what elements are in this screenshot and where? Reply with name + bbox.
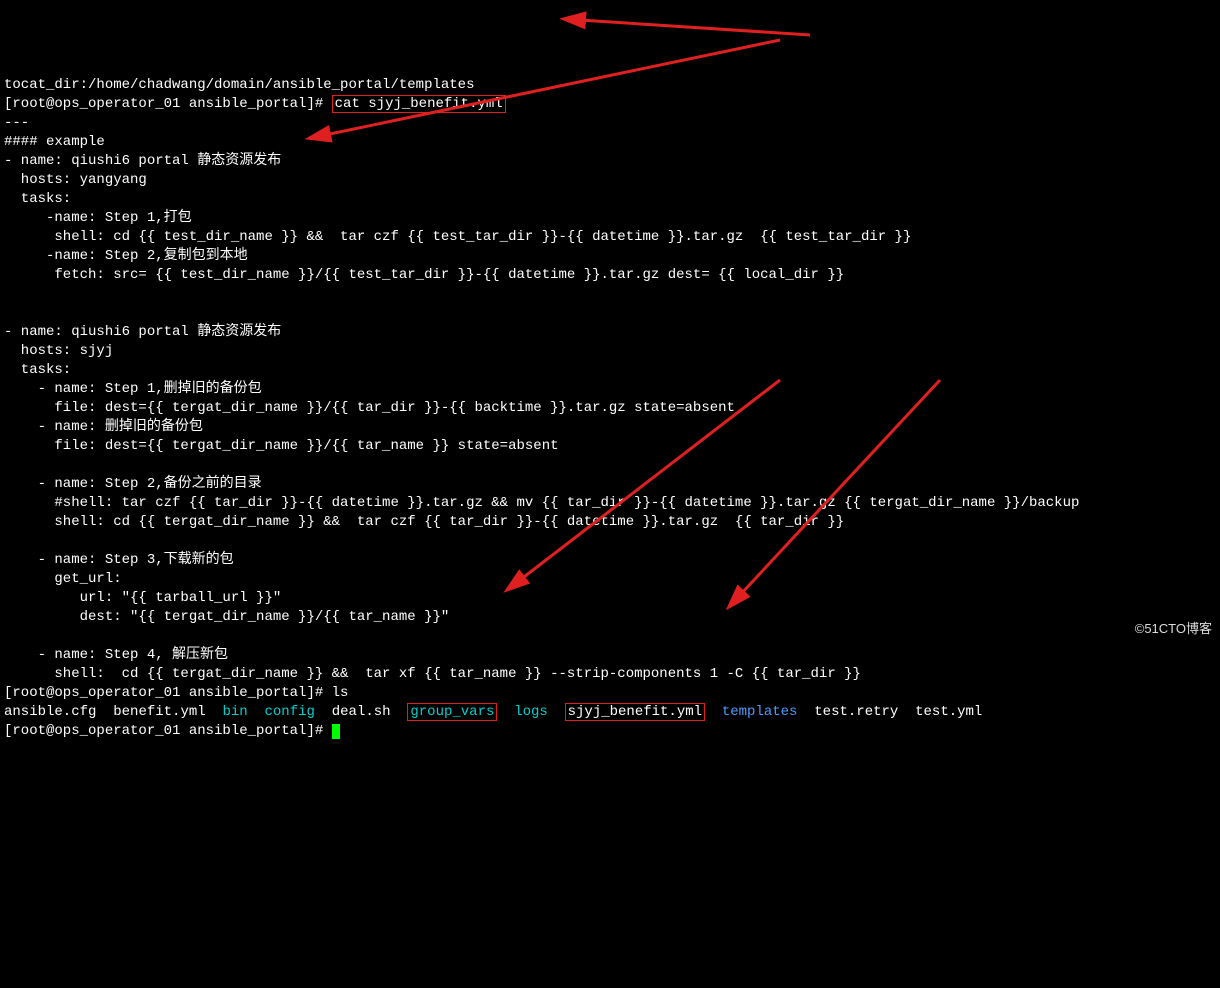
output-line: - name: qiushi6 portal 静态资源发布 [4, 153, 281, 169]
prompt: [root@ops_operator_01 ansible_portal]# [4, 685, 332, 701]
output-line: dest: "{{ tergat_dir_name }}/{{ tar_name… [4, 609, 449, 625]
ls-file: deal.sh [332, 704, 391, 720]
ls-dir: bin [222, 704, 247, 720]
output-line: shell: cd {{ tergat_dir_name }} && tar c… [4, 514, 844, 530]
output-line: - name: Step 3,下载新的包 [4, 552, 234, 568]
output-line: --- [4, 115, 29, 131]
output-line: file: dest={{ tergat_dir_name }}/{{ tar_… [4, 438, 559, 454]
output-line: - name: qiushi6 portal 静态资源发布 [4, 324, 281, 340]
ls-dir: templates [722, 704, 798, 720]
output-line: #shell: tar czf {{ tar_dir }}-{{ datetim… [4, 495, 1079, 511]
output-line: get_url: [4, 571, 122, 587]
output-line: shell: cd {{ tergat_dir_name }} && tar x… [4, 666, 861, 682]
output-line: fetch: src= {{ test_dir_name }}/{{ test_… [4, 267, 844, 283]
annotation-arrow [560, 10, 820, 40]
output-line: - name: Step 1,删掉旧的备份包 [4, 381, 262, 397]
ls-file: test.retry [814, 704, 898, 720]
watermark: ©51CTO博客 [1135, 619, 1212, 638]
output-line: hosts: sjyj [4, 343, 113, 359]
output-line: -name: Step 2,复制包到本地 [4, 248, 248, 264]
output-line: - name: Step 4, 解压新包 [4, 647, 228, 663]
ls-dir: config [265, 704, 315, 720]
ls-file: benefit.yml [113, 704, 205, 720]
output-line: #### example [4, 134, 105, 150]
cursor[interactable] [332, 724, 340, 739]
output-line: tasks: [4, 362, 71, 378]
output-line: - name: Step 2,备份之前的目录 [4, 476, 262, 492]
output-line: hosts: yangyang [4, 172, 147, 188]
prompt: [root@ops_operator_01 ansible_portal]# [4, 723, 332, 739]
output-line: -name: Step 1,打包 [4, 210, 192, 226]
output-line: tocat_dir:/home/chadwang/domain/ansible_… [4, 77, 474, 93]
output-line: url: "{{ tarball_url }}" [4, 590, 281, 606]
terminal-output[interactable]: tocat_dir:/home/chadwang/domain/ansible_… [0, 76, 1220, 741]
output-line: tasks: [4, 191, 71, 207]
command: ls [332, 685, 349, 701]
ls-file: ansible.cfg [4, 704, 96, 720]
ls-file: test.yml [915, 704, 982, 720]
ls-dir-highlighted: group_vars [410, 704, 494, 720]
command-highlight-box: cat sjyj_benefit.yml [332, 95, 506, 113]
ls-file-highlighted: sjyj_benefit.yml [568, 704, 702, 720]
ls-dir: logs [514, 704, 548, 720]
output-line: shell: cd {{ test_dir_name }} && tar czf… [4, 229, 911, 245]
output-line: - name: 删掉旧的备份包 [4, 419, 203, 435]
prompt: [root@ops_operator_01 ansible_portal]# [4, 96, 332, 112]
output-line: file: dest={{ tergat_dir_name }}/{{ tar_… [4, 400, 735, 416]
